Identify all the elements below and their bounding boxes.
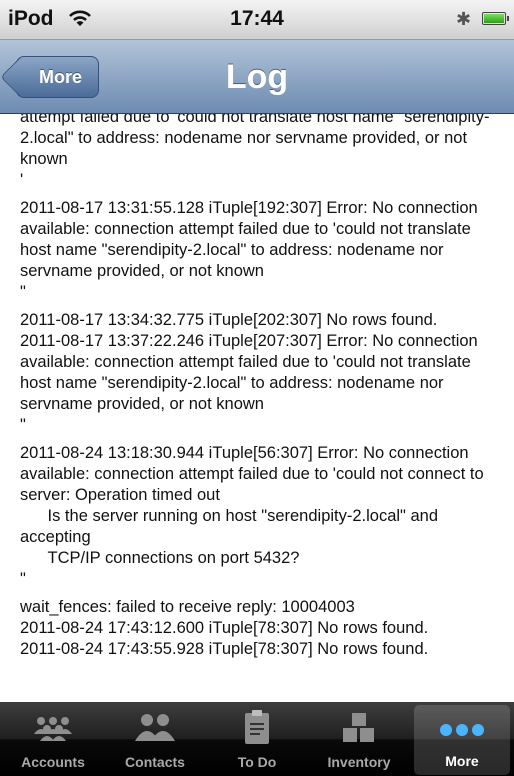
log-entry: attempt failed due to 'could not transla… [20,114,490,189]
status-time: 17:44 [230,7,284,30]
battery-icon [482,12,509,25]
tab-more[interactable]: More [414,705,510,775]
navigation-bar: More Log [0,40,514,114]
accounts-icon [2,708,104,746]
page-title: Log [225,58,289,96]
log-entry: 2011-08-17 13:31:55.128 iTuple[192:307] … [20,199,478,301]
todo-clipboard-icon [206,708,308,746]
tab-label: Contacts [125,754,185,770]
tab-todo[interactable]: To Do [206,702,308,776]
tab-label: Inventory [327,754,391,770]
contacts-icon [104,708,206,746]
tab-inventory[interactable]: Inventory [308,702,410,776]
tab-bar: Accounts Contacts To Do Inventory More [0,702,514,776]
tab-contacts[interactable]: Contacts [104,702,206,776]
tab-label: To Do [237,754,277,770]
tab-accounts[interactable]: Accounts [2,702,104,776]
bluetooth-icon: ✱ [456,9,472,29]
log-text-view[interactable]: attempt failed due to 'could not transla… [0,114,514,702]
inventory-boxes-icon [308,708,410,746]
log-entry: wait_fences: failed to receive reply: 10… [20,598,429,658]
status-bar: iPod 17:44 ✱ [0,0,514,40]
tab-label: Accounts [21,754,85,770]
log-entry: 2011-08-17 13:34:32.775 iTuple[202:307] … [20,311,478,434]
log-entry: 2011-08-24 13:18:30.944 iTuple[56:307] E… [20,444,484,588]
more-dots-icon [414,711,510,749]
tab-label: More [445,753,479,769]
